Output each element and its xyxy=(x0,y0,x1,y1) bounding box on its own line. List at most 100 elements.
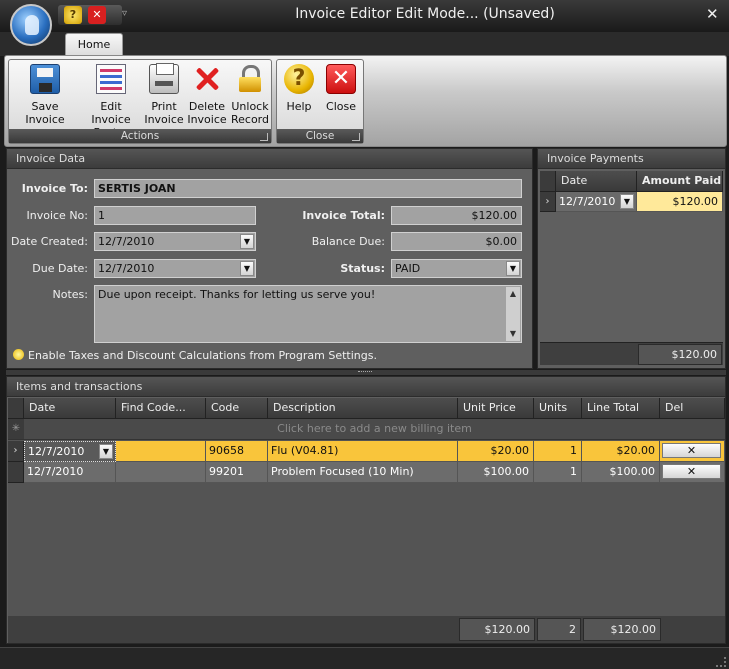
chevron-down-icon[interactable]: ▼ xyxy=(99,444,113,459)
items-transactions-panel: Items and transactions Date Find Code...… xyxy=(6,376,726,644)
scroll-down-icon[interactable]: ▼ xyxy=(506,327,520,341)
unlock-record-button[interactable]: Unlock Record xyxy=(229,64,271,126)
chevron-down-icon[interactable]: ▼ xyxy=(240,261,254,276)
balance-due-field: $0.00 xyxy=(391,232,522,251)
save-invoice-button[interactable]: Save Invoice xyxy=(12,64,78,126)
button-label: Delete xyxy=(188,100,226,113)
grid-corner xyxy=(540,171,556,192)
close-icon: ✕ xyxy=(326,64,356,94)
due-date-picker[interactable]: 12/7/2010 ▼ xyxy=(94,259,256,278)
button-label: Print xyxy=(151,100,177,113)
chevron-down-icon[interactable]: ▼ xyxy=(620,194,634,209)
group-launcher-icon[interactable] xyxy=(260,133,268,141)
invoice-to-field[interactable]: SERTIS JOAN xyxy=(94,179,522,198)
printer-icon xyxy=(149,63,179,94)
item-del-cell: ✕ xyxy=(660,462,725,483)
invoice-total-field: $120.00 xyxy=(391,206,522,225)
chevron-down-icon[interactable]: ▼ xyxy=(506,261,520,276)
column-header-date[interactable]: Date xyxy=(556,171,637,192)
row-selector[interactable] xyxy=(8,462,24,483)
status-select[interactable]: PAID ▼ xyxy=(391,259,522,278)
due-date-label: Due Date: xyxy=(32,262,88,275)
ribbon-group-close: ? Help ✕ Close Close xyxy=(276,59,364,144)
item-date-cell[interactable]: 12/7/2010 ▼ xyxy=(24,441,116,462)
button-label-line2: Invoice xyxy=(187,113,227,126)
qat-close-icon[interactable]: ✕ xyxy=(88,6,106,24)
button-label: Help xyxy=(286,100,312,113)
application-menu-button[interactable] xyxy=(10,4,52,46)
payment-date-cell[interactable]: 12/7/2010 ▼ xyxy=(556,192,637,212)
tip-text: Enable Taxes and Discount Calculations f… xyxy=(28,349,377,362)
column-header-date[interactable]: Date xyxy=(24,398,116,419)
save-icon xyxy=(30,64,60,94)
help-button[interactable]: ? Help xyxy=(281,64,317,113)
panel-header: Items and transactions xyxy=(7,377,725,397)
invoice-total-label: Invoice Total: xyxy=(302,209,385,222)
column-header-unit-price[interactable]: Unit Price xyxy=(458,398,534,419)
payment-amount-cell[interactable]: $120.00 xyxy=(637,192,723,212)
column-header-amount-paid[interactable]: Amount Paid xyxy=(637,171,723,192)
quick-access-toolbar: ? ✕ xyxy=(58,5,122,25)
status-value: PAID xyxy=(395,262,421,275)
item-find-code-cell[interactable] xyxy=(116,441,206,462)
payments-total: $120.00 xyxy=(638,344,722,365)
item-unit-price-cell[interactable]: $20.00 xyxy=(458,441,534,462)
item-unit-price-cell[interactable]: $100.00 xyxy=(458,462,534,483)
tab-home[interactable]: Home xyxy=(65,33,123,56)
item-date-cell[interactable]: 12/7/2010 xyxy=(24,462,116,483)
item-code-cell[interactable]: 90658 xyxy=(206,441,268,462)
chevron-down-icon[interactable]: ▼ xyxy=(240,234,254,249)
item-line-total-cell[interactable]: $20.00 xyxy=(582,441,660,462)
invoice-to-label: Invoice To: xyxy=(21,182,88,195)
window-close-icon[interactable]: ✕ xyxy=(706,5,719,23)
date-created-picker[interactable]: 12/7/2010 ▼ xyxy=(94,232,256,251)
item-code-cell[interactable]: 99201 xyxy=(206,462,268,483)
ribbon-group-actions: Save Invoice Edit Invoice Footer Print I… xyxy=(8,59,272,144)
edit-invoice-footer-button[interactable]: Edit Invoice Footer xyxy=(81,64,141,139)
button-label: Close xyxy=(326,100,356,113)
line-total-sum: $120.00 xyxy=(583,618,661,641)
close-button[interactable]: ✕ Close xyxy=(323,64,359,113)
notes-scrollbar[interactable]: ▲ ▼ xyxy=(506,287,520,341)
column-header-find-code[interactable]: Find Code... xyxy=(116,398,206,419)
print-invoice-button[interactable]: Print Invoice xyxy=(143,63,185,126)
invoice-data-panel: Invoice Data Invoice To: SERTIS JOAN Inv… xyxy=(6,148,533,369)
notes-label: Notes: xyxy=(52,288,88,301)
item-description-cell[interactable]: Flu (V04.81) xyxy=(268,441,458,462)
invoice-no-field[interactable]: 1 xyxy=(94,206,256,225)
item-line-total-cell[interactable]: $100.00 xyxy=(582,462,660,483)
column-header-line-total[interactable]: Line Total xyxy=(582,398,660,419)
unit-price-total: $120.00 xyxy=(459,618,535,641)
due-date-value: 12/7/2010 xyxy=(98,262,155,275)
item-units-cell[interactable]: 1 xyxy=(534,441,582,462)
tip-message: Enable Taxes and Discount Calculations f… xyxy=(13,349,377,362)
notes-text: Due upon receipt. Thanks for letting us … xyxy=(98,288,376,301)
invoice-payments-panel: Invoice Payments Date Amount Paid › 12/7… xyxy=(537,148,726,369)
item-description-cell[interactable]: Problem Focused (10 Min) xyxy=(268,462,458,483)
row-indicator-icon[interactable]: › xyxy=(8,441,24,462)
status-bar xyxy=(0,647,729,669)
resize-grip-icon[interactable] xyxy=(716,657,726,667)
add-billing-item-row[interactable]: Click here to add a new billing item xyxy=(24,419,725,440)
splitter-grip-icon[interactable] xyxy=(358,371,372,373)
scroll-up-icon[interactable]: ▲ xyxy=(506,287,520,301)
group-label-actions: Actions xyxy=(9,129,271,143)
item-units-cell[interactable]: 1 xyxy=(534,462,582,483)
column-header-del[interactable]: Del xyxy=(660,398,725,419)
qat-help-icon[interactable]: ? xyxy=(64,6,82,24)
notes-textarea[interactable]: Due upon receipt. Thanks for letting us … xyxy=(94,285,522,343)
column-header-code[interactable]: Code xyxy=(206,398,268,419)
button-label-line2: Record xyxy=(230,113,269,126)
delete-invoice-button[interactable]: Delete Invoice xyxy=(187,64,227,126)
delete-row-button[interactable]: ✕ xyxy=(662,443,721,458)
item-find-code-cell[interactable] xyxy=(116,462,206,483)
column-header-units[interactable]: Units xyxy=(534,398,582,419)
group-launcher-icon[interactable] xyxy=(352,133,360,141)
balance-due-label: Balance Due: xyxy=(311,235,385,248)
delete-row-button[interactable]: ✕ xyxy=(662,464,721,479)
qat-customize-icon[interactable]: ▿ xyxy=(122,8,127,19)
lightbulb-icon xyxy=(13,349,24,360)
row-indicator-icon[interactable]: › xyxy=(540,192,556,212)
column-header-description[interactable]: Description xyxy=(268,398,458,419)
item-date-value: 12/7/2010 xyxy=(28,445,85,458)
